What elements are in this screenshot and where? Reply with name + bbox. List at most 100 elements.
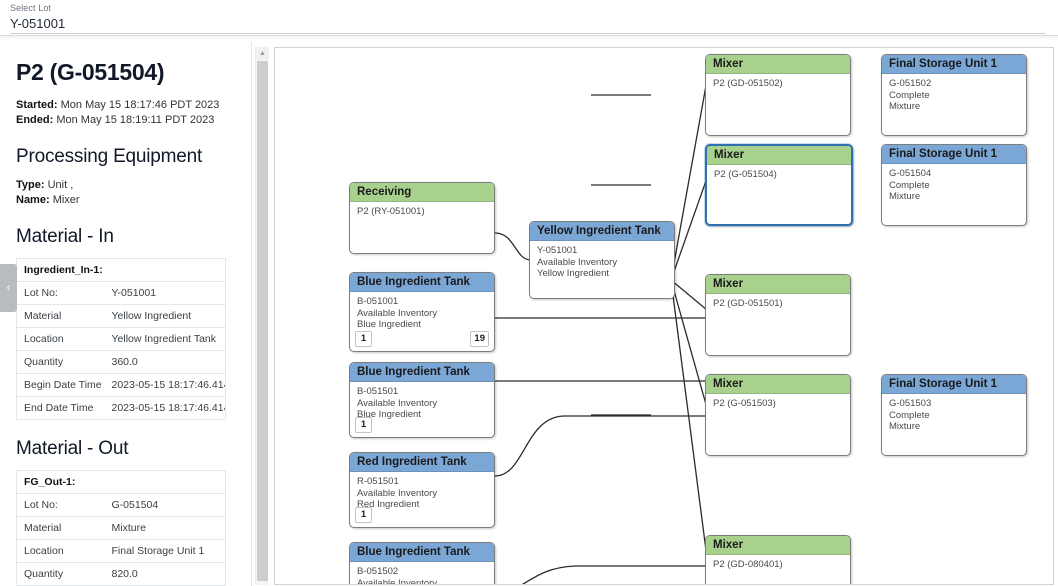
diagram-node-fsu3[interactable]: Final Storage Unit 1 G-051503 Complete Mixt… xyxy=(881,374,1027,456)
diagram-node-mixer1[interactable]: Mixer P2 (GD-051502) xyxy=(705,54,851,136)
table-section-header: FG_Out-1: xyxy=(16,470,105,494)
node-body-line: Mixture xyxy=(889,101,921,112)
ended-line: Ended: Mon May 15 18:19:11 PDT 2023 xyxy=(16,113,235,128)
scrollbar-thumb[interactable] xyxy=(257,61,268,581)
node-body: G-051502 Complete Mixture xyxy=(882,74,1026,113)
table-cell-value: 2023-05-15 18:17:46.414 xyxy=(111,402,226,414)
node-body-line: P2 (GD-080401) xyxy=(713,559,783,570)
table-cell-value: Y-051001 xyxy=(104,281,226,305)
node-body-line: Complete xyxy=(889,409,930,421)
node-body-line: Available Inventory xyxy=(357,397,438,409)
node-body-line: P2 (GD-051501) xyxy=(713,298,783,309)
node-body-line: B-051001 xyxy=(357,296,399,307)
node-body-line: Yellow Ingredient xyxy=(537,268,610,279)
type-label: Type: xyxy=(16,179,45,191)
table-cell-key: Lot No: xyxy=(16,281,105,305)
node-body-line: P2 (RY-051001) xyxy=(357,206,425,217)
top-bar: Select Lot Y-051001 xyxy=(0,0,1058,36)
select-lot-field[interactable]: Select Lot Y-051001 xyxy=(10,3,1045,34)
table-cell-value: G-051504 xyxy=(104,493,226,517)
table-cell-value: Final Storage Unit 1 xyxy=(104,539,226,563)
node-body-line: Complete xyxy=(889,89,930,101)
node-body: B-051001 Available Inventory Blue Ingredie… xyxy=(350,292,494,331)
edge-receiving-yellow xyxy=(494,232,532,261)
table-row: Lot No: G-051504 xyxy=(16,493,226,517)
top-bar-shadow xyxy=(0,36,1058,40)
page-title: P2 (G-051504) xyxy=(16,59,165,85)
node-badge-left[interactable]: 1 xyxy=(355,331,372,347)
diagram-node-red1[interactable]: Red Ingredient Tank R-051501 Available Inv… xyxy=(349,452,495,528)
edge-yellow-mixer2 xyxy=(670,177,708,281)
table-cell-value: 820.0 xyxy=(104,562,226,586)
name-label: Name: xyxy=(16,194,50,206)
node-title: Yellow Ingredient Tank xyxy=(530,222,674,241)
node-title: Mixer xyxy=(706,275,850,294)
node-body: P2 (GD-080401) xyxy=(706,555,850,571)
diagram-node-mixer3[interactable]: Mixer P2 (GD-051501) xyxy=(705,274,851,356)
details-scrollbar[interactable]: ▲ xyxy=(255,47,269,585)
material-out-tbody: FG_Out-1: Lot No: G-051504 Material Mixture L… xyxy=(16,470,226,586)
material-in-tbody: Ingredient_In-1: Lot No: Y-051001 Material Y… xyxy=(16,258,226,420)
node-body-line: B-051501 xyxy=(357,386,399,397)
genealogy-diagram-canvas[interactable]: Receiving P2 (RY-051001) Blue Ingredient T… xyxy=(274,47,1054,585)
material-out-table: FG_Out-1: Lot No: G-051504 Material Mixture L… xyxy=(16,470,226,586)
table-row: Material Yellow Ingredient xyxy=(16,304,226,328)
table-cell-empty xyxy=(104,470,226,494)
diagram-node-mixer4[interactable]: Mixer P2 (G-051503) xyxy=(705,374,851,456)
diagram-node-fsu2[interactable]: Final Storage Unit 1 G-051504 Complete Mixt… xyxy=(881,144,1027,226)
table-cell-key: Begin Date Time xyxy=(16,373,105,397)
diagram-node-receiving[interactable]: Receiving P2 (RY-051001) xyxy=(349,182,495,254)
select-lot-value[interactable]: Y-051001 xyxy=(10,14,1045,32)
table-cell-key: Location xyxy=(16,539,105,563)
node-title: Final Storage Unit 1 xyxy=(882,375,1026,394)
table-cell-value: Yellow Ingredient Tank xyxy=(104,327,226,351)
equipment-type-line: Type: Unit , xyxy=(16,178,235,193)
node-body-line: Available Inventory xyxy=(537,256,618,268)
diagram-node-blue2[interactable]: Blue Ingredient Tank B-051501 Available In… xyxy=(349,362,495,438)
node-title: Receiving xyxy=(350,183,494,202)
diagram-node-yellow1[interactable]: Yellow Ingredient Tank Y-051001 Available … xyxy=(529,221,675,299)
table-cell-value: 2023-05-15 18:17:46.414 xyxy=(104,373,226,397)
table-cell-key: Quantity xyxy=(16,562,105,586)
node-badge-left[interactable]: 1 xyxy=(355,507,372,523)
node-body-line: Mixture xyxy=(889,421,921,432)
collapse-panel-handle[interactable]: ‹ xyxy=(0,264,17,312)
node-badge-right[interactable]: 19 xyxy=(470,331,489,347)
table-cell-value: 360.0 xyxy=(104,350,226,374)
node-body-line: R-051501 xyxy=(357,476,399,487)
node-body-line: G-051503 xyxy=(889,398,932,409)
diagram-node-mixer2[interactable]: Mixer P2 (G-051504) xyxy=(705,144,853,226)
table-row: Location Yellow Ingredient Tank xyxy=(16,327,226,351)
node-body: P2 (GD-051501) xyxy=(706,294,850,310)
table-cell-key: Location xyxy=(16,327,105,351)
material-out-heading: Material - Out xyxy=(16,438,129,459)
node-title: Blue Ingredient Tank xyxy=(350,363,494,382)
node-body: G-051503 Complete Mixture xyxy=(882,394,1026,433)
edge-red-mixer4 xyxy=(494,415,707,477)
scroll-up-arrow-icon[interactable]: ▲ xyxy=(256,47,269,60)
node-body-line: G-051504 xyxy=(889,168,932,179)
table-cell-key: Lot No: xyxy=(16,493,105,517)
node-badge-left[interactable]: 1 xyxy=(355,417,372,433)
diagram-node-mixer5[interactable]: Mixer P2 (GD-080401) xyxy=(705,535,851,584)
node-body: Y-051001 Available Inventory Yellow Ingred… xyxy=(530,241,674,280)
material-in-table: Ingredient_In-1: Lot No: Y-051001 Material Y… xyxy=(16,258,226,420)
edge-yellow-mixer4 xyxy=(670,279,708,409)
node-title: Mixer xyxy=(706,536,850,555)
table-row: Quantity 360.0 xyxy=(16,350,226,374)
node-body-line: Available Inventory xyxy=(357,487,438,499)
table-row: Location Final Storage Unit 1 xyxy=(16,539,226,563)
diagram-node-blue1[interactable]: Blue Ingredient Tank B-051001 Available In… xyxy=(349,272,495,352)
node-body: B-051501 Available Inventory Blue Ingredie… xyxy=(350,382,494,421)
diagram-node-fsu1[interactable]: Final Storage Unit 1 G-051502 Complete Mixt… xyxy=(881,54,1027,136)
edge-yellow-mixer5 xyxy=(670,279,708,559)
diagram-node-blue3[interactable]: Blue Ingredient Tank B-051502 Available In… xyxy=(349,542,495,584)
node-body: P2 (G-051503) xyxy=(706,394,850,410)
table-cell-key: Material xyxy=(16,304,105,328)
node-body-line: Complete xyxy=(889,179,930,191)
node-body: R-051501 Available Inventory Red Ingredien… xyxy=(350,472,494,511)
node-body: G-051504 Complete Mixture xyxy=(882,164,1026,203)
node-body-line: Red Ingredient xyxy=(357,499,420,510)
edge-yellow-mixer1 xyxy=(670,79,708,281)
node-body: B-051502 Available Inventory xyxy=(350,562,494,584)
